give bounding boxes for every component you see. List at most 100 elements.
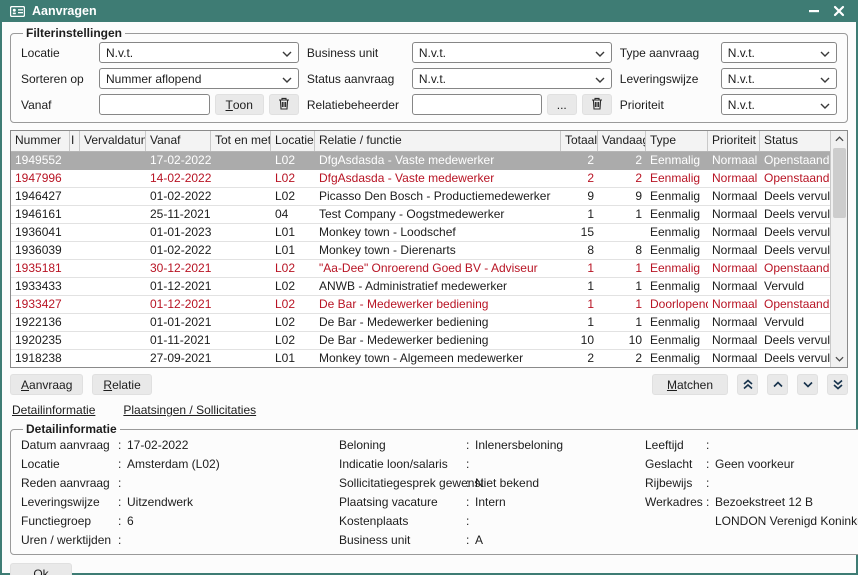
scroll-up-icon[interactable] xyxy=(831,131,848,147)
column-header[interactable]: Locatie xyxy=(271,131,315,151)
business-unit-select[interactable]: N.v.t. xyxy=(412,42,612,63)
column-header[interactable]: Vandaag xyxy=(598,131,646,151)
prioriteit-select[interactable]: N.v.t. xyxy=(721,94,837,115)
column-header[interactable]: Nummer xyxy=(11,131,70,151)
cell xyxy=(211,242,271,259)
column-header[interactable]: Prioriteit xyxy=(708,131,760,151)
cell: 1 xyxy=(561,314,598,331)
detail-field: Reden aanvraag: xyxy=(21,476,321,490)
cell: 1935181 xyxy=(11,260,70,277)
next-record-button[interactable] xyxy=(797,374,818,395)
first-record-button[interactable] xyxy=(737,374,758,395)
column-header[interactable]: I xyxy=(70,131,80,151)
sorteren-op-select[interactable]: Nummer aflopend xyxy=(99,68,299,89)
cell: Eenmalig xyxy=(646,332,708,349)
cell xyxy=(80,278,146,295)
last-record-button[interactable] xyxy=(827,374,848,395)
aanvraag-button[interactable]: Aanvraag xyxy=(10,374,83,395)
matchen-button[interactable]: Matchen xyxy=(652,374,728,395)
table-row[interactable]: 192023501-11-2021L02De Bar - Medewerker … xyxy=(11,332,830,350)
cell xyxy=(80,206,146,223)
table-row[interactable]: 191823827-09-2021L01Monkey town - Algeme… xyxy=(11,350,830,367)
cell: Openstaand xyxy=(760,170,830,187)
cell xyxy=(211,170,271,187)
column-header[interactable]: Totaal xyxy=(561,131,598,151)
cell: 1949552 xyxy=(11,152,70,169)
table-row[interactable]: 194799614-02-2022L02DfgAsdasda - Vaste m… xyxy=(11,170,830,188)
toon-button[interactable]: Toon xyxy=(215,94,264,115)
table-row[interactable]: 193518130-12-2021L02"Aa-Dee" Onroerend G… xyxy=(11,260,830,278)
cell: De Bar - Medewerker bediening xyxy=(315,314,561,331)
table-row[interactable]: 193603901-02-2022L01Monkey town - Dieren… xyxy=(11,242,830,260)
table-row[interactable]: 193342701-12-2021L02De Bar - Medewerker … xyxy=(11,296,830,314)
column-header[interactable]: Vervaldatum xyxy=(80,131,146,151)
detail-field: Uren / werktijden: xyxy=(21,533,321,547)
table-row[interactable]: 194642701-02-2022L02Picasso Den Bosch - … xyxy=(11,188,830,206)
cell xyxy=(70,332,80,349)
cell xyxy=(80,260,146,277)
tab-detailinformatie[interactable]: Detailinformatie xyxy=(12,403,95,417)
column-header[interactable]: Relatie / functie xyxy=(315,131,561,151)
minimize-button[interactable] xyxy=(805,3,823,19)
cell xyxy=(70,278,80,295)
relatiebeheerder-input[interactable] xyxy=(412,94,542,115)
prioriteit-label: Prioriteit xyxy=(620,98,713,112)
ok-button[interactable]: Ok xyxy=(10,563,72,575)
status-aanvraag-select[interactable]: N.v.t. xyxy=(412,68,612,89)
cell: Normaal xyxy=(708,278,760,295)
column-header[interactable]: Vanaf xyxy=(146,131,211,151)
cell: Eenmalig xyxy=(646,260,708,277)
detail-legend: Detailinformatie xyxy=(23,422,120,436)
cell: Doorlopend xyxy=(646,296,708,313)
table-row[interactable]: 192213601-01-2021L02De Bar - Medewerker … xyxy=(11,314,830,332)
column-header[interactable]: Status xyxy=(760,131,830,151)
cell: 2 xyxy=(561,350,598,367)
table-row[interactable]: 194955217-02-2022L02DfgAsdasda - Vaste m… xyxy=(11,152,830,170)
column-header[interactable]: Type xyxy=(646,131,708,151)
table-row[interactable]: 194616125-11-202104Test Company - Oogstm… xyxy=(11,206,830,224)
cell: DfgAsdasda - Vaste medewerker xyxy=(315,152,561,169)
locatie-select[interactable]: N.v.t. xyxy=(99,42,299,63)
cell xyxy=(70,206,80,223)
cell xyxy=(211,152,271,169)
tab-plaatsingen-sollicitaties[interactable]: Plaatsingen / Sollicitaties xyxy=(123,403,256,417)
clear-vanaf-button[interactable] xyxy=(269,94,299,115)
scroll-down-icon[interactable] xyxy=(831,351,848,367)
cell: L02 xyxy=(271,170,315,187)
cell: Eenmalig xyxy=(646,206,708,223)
scrollbar-thumb[interactable] xyxy=(833,148,846,218)
cell: 2 xyxy=(598,170,646,187)
cell: 1936041 xyxy=(11,224,70,241)
cell: 1 xyxy=(598,314,646,331)
cell: Deels vervuld xyxy=(760,188,830,205)
cell: Normaal xyxy=(708,224,760,241)
vanaf-input[interactable] xyxy=(99,94,210,115)
cell: 1 xyxy=(561,278,598,295)
detail-field: Functiegroep:6 xyxy=(21,514,321,528)
table-scrollbar[interactable] xyxy=(830,131,847,367)
table-row[interactable]: 193343301-12-2021L02ANWB - Administratie… xyxy=(11,278,830,296)
previous-record-button[interactable] xyxy=(767,374,788,395)
leveringswijze-select[interactable]: N.v.t. xyxy=(721,68,837,89)
cell xyxy=(70,296,80,313)
cell: 1 xyxy=(561,296,598,313)
cell: Openstaand xyxy=(760,152,830,169)
cell: 1 xyxy=(598,206,646,223)
cell: Test Company - Oogstmedewerker xyxy=(315,206,561,223)
cell: Normaal xyxy=(708,350,760,367)
column-header[interactable]: Tot en met xyxy=(211,131,271,151)
cell: Deels vervuld xyxy=(760,224,830,241)
cell: Normaal xyxy=(708,296,760,313)
detail-field: Plaatsing vacature:Intern xyxy=(339,495,627,509)
cell: 2 xyxy=(561,170,598,187)
table-row[interactable]: 193604101-01-2023L01Monkey town - Loodsc… xyxy=(11,224,830,242)
type-aanvraag-select[interactable]: N.v.t. xyxy=(721,42,837,63)
close-button[interactable] xyxy=(830,3,848,19)
cell: Monkey town - Algemeen medewerker xyxy=(315,350,561,367)
chevron-down-icon xyxy=(282,72,292,86)
clear-relatiebeheerder-button[interactable] xyxy=(582,94,612,115)
detail-field: Leveringswijze:Uitzendwerk xyxy=(21,495,321,509)
table-body: 194955217-02-2022L02DfgAsdasda - Vaste m… xyxy=(11,152,830,367)
browse-relatiebeheerder-button[interactable]: ... xyxy=(547,94,577,115)
relatie-button[interactable]: Relatie xyxy=(92,374,151,395)
